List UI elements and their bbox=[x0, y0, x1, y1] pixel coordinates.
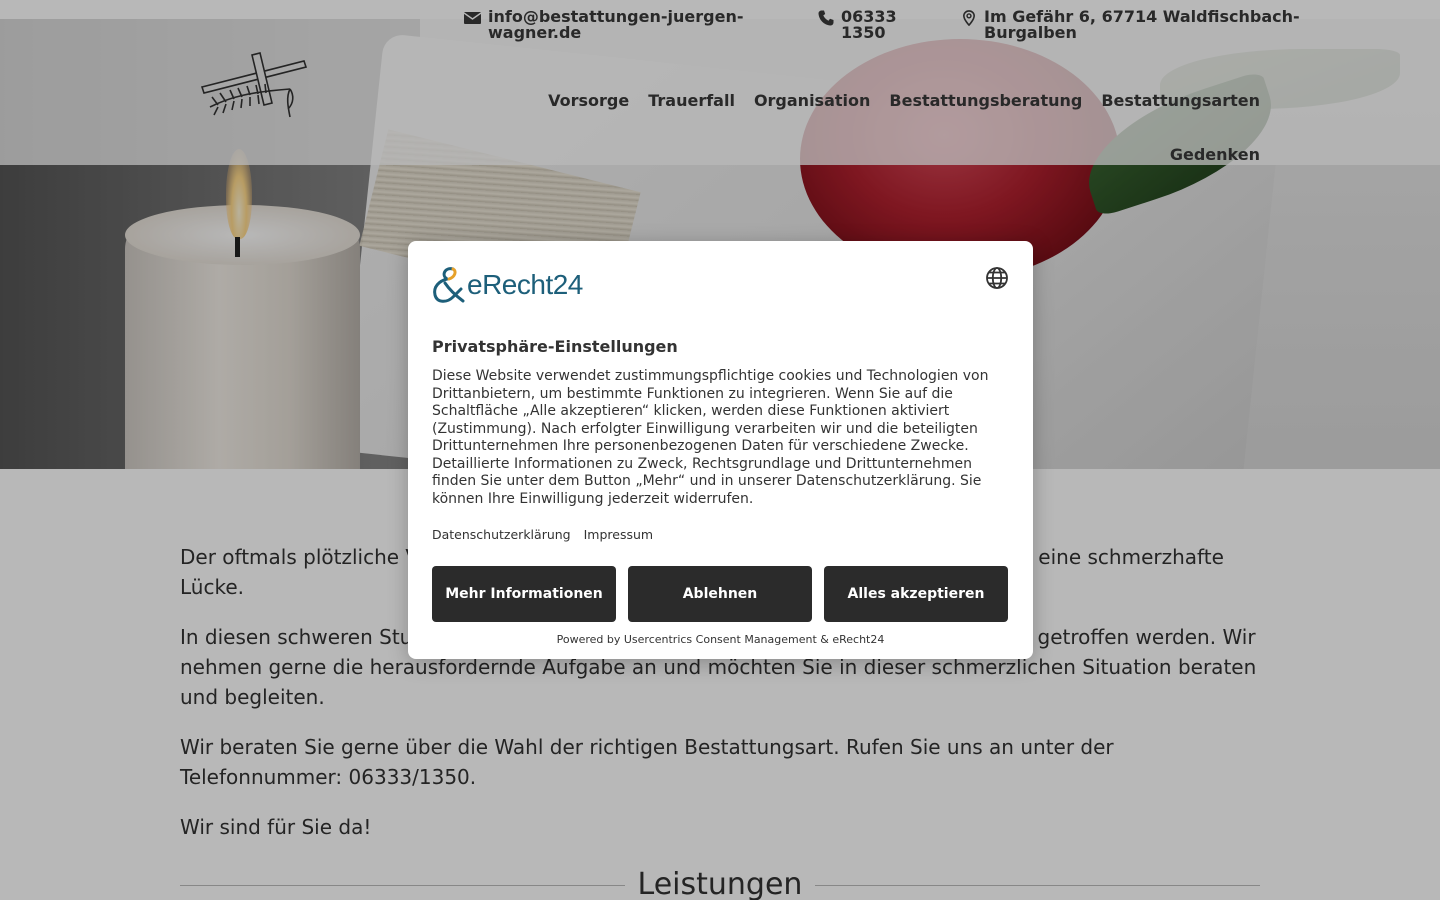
accept-all-button[interactable]: Alles akzeptieren bbox=[824, 566, 1008, 622]
consent-links: Datenschutzerklärung Impressum bbox=[432, 527, 662, 542]
consent-dialog: eRecht24 Privatsphäre-Einstellungen Dies… bbox=[408, 241, 1033, 659]
erecht24-ampersand-icon bbox=[433, 267, 465, 303]
consent-title: Privatsphäre-Einstellungen bbox=[432, 337, 678, 356]
more-information-button[interactable]: Mehr Informationen bbox=[432, 566, 616, 622]
privacy-policy-link[interactable]: Datenschutzerklärung bbox=[432, 527, 571, 542]
erecht24-brand-text: eRecht24 bbox=[467, 269, 583, 300]
powered-by-text: Powered by Usercentrics Consent Manageme… bbox=[556, 633, 885, 646]
decline-button[interactable]: Ablehnen bbox=[628, 566, 812, 622]
erecht24-logo: eRecht24 bbox=[431, 265, 583, 305]
imprint-link[interactable]: Impressum bbox=[584, 527, 653, 542]
consent-description: Diese Website verwendet zustimmungspflic… bbox=[432, 368, 989, 507]
globe-icon[interactable] bbox=[985, 266, 1009, 290]
